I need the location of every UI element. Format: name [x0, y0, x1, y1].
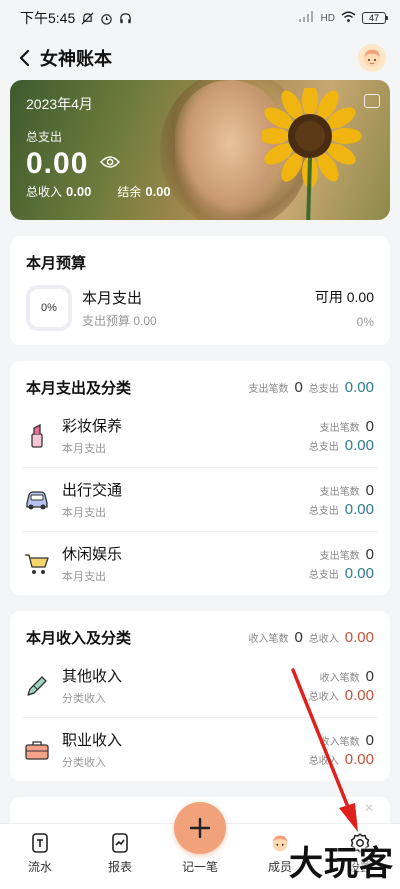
- eye-icon[interactable]: [100, 155, 121, 174]
- category-row-leisure[interactable]: 休闲娱乐 本月支出 支出笔数 0 总支出 0.00: [10, 532, 390, 595]
- expense-count: 0: [294, 379, 303, 396]
- category-total: 0.00: [344, 436, 374, 454]
- balance-label: 结余: [117, 185, 142, 199]
- category-total: 0.00: [344, 686, 374, 704]
- category-count-label: 支出笔数: [319, 550, 360, 562]
- income-summary: 总收入 0.00: [26, 183, 91, 200]
- category-total: 0.00: [344, 750, 374, 768]
- category-sub: 本月支出: [62, 571, 106, 583]
- category-sub: 分类收入: [62, 757, 106, 769]
- category-name: 职业收入: [62, 732, 123, 749]
- mute-icon: [80, 11, 94, 25]
- category-count-label: 支出笔数: [319, 486, 360, 498]
- alarm-icon: [99, 11, 113, 25]
- budget-title: 本月预算: [26, 255, 87, 272]
- income-total: 0.00: [344, 629, 374, 646]
- back-icon[interactable]: [12, 46, 36, 70]
- category-total: 0.00: [344, 564, 374, 582]
- category-name: 休闲娱乐: [62, 546, 123, 563]
- summary-banner: 2023年4月 总支出 0.00 总收入 0.00 结余 0.00: [10, 80, 390, 220]
- close-icon[interactable]: ✕: [364, 801, 374, 815]
- category-count: 0: [365, 667, 374, 685]
- income-count-label: 收入笔数: [248, 634, 289, 645]
- category-count-label: 收入笔数: [319, 736, 360, 748]
- category-total-label: 总收入: [308, 755, 339, 767]
- balance-amount: 0.00: [145, 184, 171, 199]
- cart-icon: [24, 551, 50, 577]
- battery-icon: 47: [362, 12, 388, 24]
- balance-summary: 结余 0.00: [117, 183, 170, 200]
- switch-view-icon[interactable]: [364, 94, 380, 108]
- tab-report[interactable]: 报表: [80, 824, 160, 889]
- budget-percent: 0%: [356, 315, 374, 329]
- category-count: 0: [365, 481, 374, 499]
- add-record-tab[interactable]: 记一笔: [160, 802, 240, 889]
- nav-bar: 女神账本: [0, 36, 400, 80]
- page-title: 女神账本: [40, 49, 112, 69]
- income-section-title: 本月收入及分类: [26, 630, 132, 647]
- expense-total-label: 总支出: [308, 384, 339, 395]
- expense-label: 总支出: [26, 130, 63, 144]
- expense-amount: 0.00: [26, 147, 89, 180]
- budget-item-sub: 支出预算 0.00: [82, 314, 157, 328]
- wifi-icon: [341, 11, 356, 25]
- income-category-card: 本月收入及分类 收入笔数 0 总收入 0.00 其他收入 分类收入 收入笔数 0 …: [10, 611, 390, 781]
- category-total: 0.00: [344, 500, 374, 518]
- tab-label: 记一笔: [181, 860, 218, 874]
- category-total-label: 总收入: [308, 691, 339, 703]
- signal-icon: [298, 11, 315, 25]
- category-count: 0: [365, 417, 374, 435]
- category-sub: 本月支出: [62, 507, 106, 519]
- receipt-icon: [29, 832, 51, 854]
- category-total-label: 总支出: [308, 505, 339, 517]
- tab-label: 报表: [107, 860, 132, 874]
- category-count-label: 支出笔数: [319, 422, 360, 434]
- category-count-label: 收入笔数: [319, 672, 360, 684]
- member-avatar-icon: [269, 832, 291, 854]
- lipstick-icon: [24, 423, 50, 449]
- category-total-label: 总支出: [308, 441, 339, 453]
- expense-section-title: 本月支出及分类: [26, 380, 132, 397]
- budget-card[interactable]: 本月预算 0% 本月支出 支出预算 0.00 可用 0.00 0%: [10, 236, 390, 345]
- category-count: 0: [365, 731, 374, 749]
- category-count: 0: [365, 545, 374, 563]
- category-row-makeup[interactable]: 彩妆保养 本月支出 支出笔数 0 总支出 0.00: [10, 404, 390, 467]
- expense-total: 0.00: [344, 379, 374, 396]
- tab-flow[interactable]: 流水: [0, 824, 80, 889]
- status-time: 下午5:45: [20, 10, 76, 26]
- sunflower-image: [262, 88, 362, 220]
- category-sub: 分类收入: [62, 693, 106, 705]
- category-name: 其他收入: [62, 668, 123, 685]
- status-bar: 下午5:45 HD 47: [0, 0, 400, 36]
- network-type: HD: [320, 12, 335, 24]
- category-name: 彩妆保养: [62, 418, 123, 435]
- pencil-icon: [24, 673, 50, 699]
- category-total-label: 总支出: [308, 569, 339, 581]
- budget-item-title: 本月支出: [82, 290, 143, 307]
- expense-count-label: 支出笔数: [248, 384, 289, 395]
- avatar[interactable]: [358, 44, 386, 72]
- watermark-text: 大玩客: [289, 845, 394, 883]
- budget-progress-ring: 0%: [26, 285, 72, 331]
- car-icon: [24, 487, 50, 513]
- tab-label: 流水: [27, 860, 52, 874]
- expense-category-card: 本月支出及分类 支出笔数 0 总支出 0.00 彩妆保养 本月支出 支出笔数 0 …: [10, 361, 390, 595]
- income-label: 总收入: [26, 185, 63, 199]
- banner-month[interactable]: 2023年4月: [26, 94, 171, 114]
- briefcase-icon: [24, 737, 50, 763]
- add-record-button[interactable]: [174, 802, 226, 854]
- income-count: 0: [294, 629, 303, 646]
- category-row-transport[interactable]: 出行交通 本月支出 支出笔数 0 总支出 0.00: [10, 468, 390, 531]
- headphones-icon: [118, 11, 132, 25]
- income-amount: 0.00: [66, 184, 92, 199]
- category-row-job-income[interactable]: 职业收入 分类收入 收入笔数 0 总收入 0.00: [10, 718, 390, 781]
- category-sub: 本月支出: [62, 443, 106, 455]
- report-icon: [109, 832, 131, 854]
- category-row-other-income[interactable]: 其他收入 分类收入 收入笔数 0 总收入 0.00: [10, 654, 390, 717]
- plus-icon: [189, 817, 211, 839]
- budget-available: 可用 0.00: [314, 289, 374, 305]
- category-name: 出行交通: [62, 482, 123, 499]
- income-total-label: 总收入: [308, 634, 339, 645]
